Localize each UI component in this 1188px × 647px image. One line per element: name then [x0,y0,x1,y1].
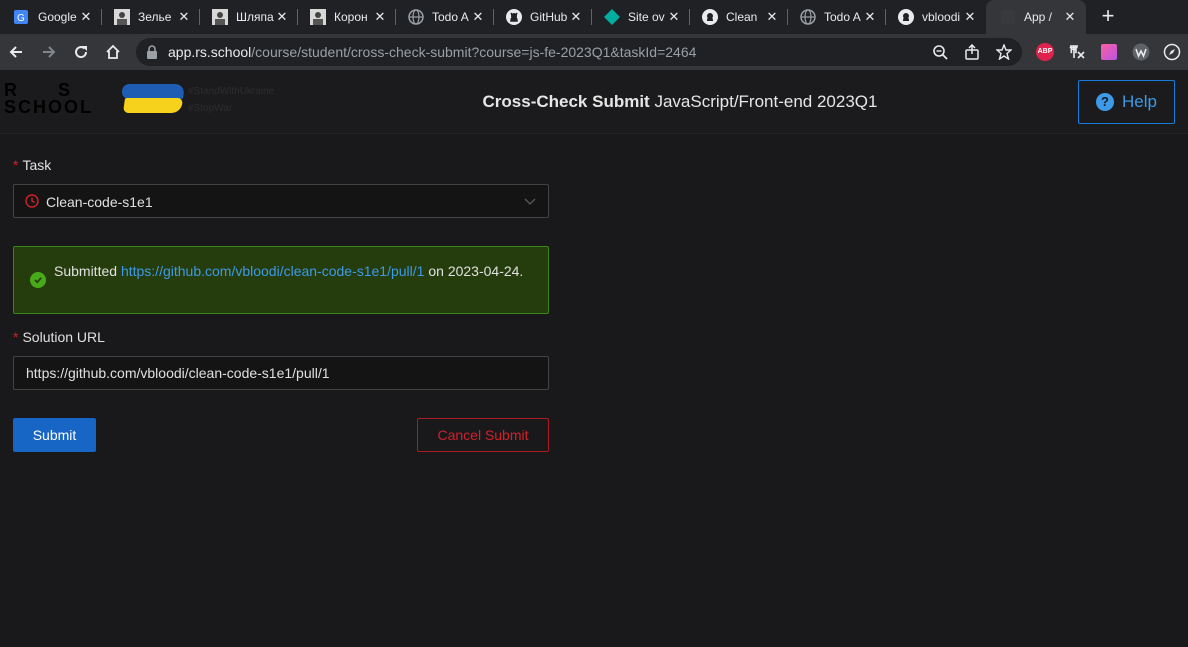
close-icon[interactable]: ✕ [568,9,584,25]
new-tab-button[interactable]: + [1096,5,1120,29]
tab-site-overview[interactable]: Site ov ✕ [590,0,690,34]
forward-button[interactable] [37,40,61,64]
svg-text:G: G [17,13,25,24]
arrow-left-icon [9,46,22,58]
home-icon [106,44,120,59]
github-icon [898,9,914,25]
tab-title: Site ov [628,10,665,24]
task-select-value: Clean-code-s1e1 [46,194,153,210]
url-text: app.rs.school/course/student/cross-check… [168,44,696,60]
page-title-course: JavaScript/Front-end 2023Q1 [654,92,878,111]
reload-icon [75,46,88,59]
tab-potion[interactable]: Зелье ✕ [100,0,200,34]
tab-title: vbloodi [922,10,961,24]
alert-prefix: Submitted [54,263,118,279]
tab-google[interactable]: G Google ✕ [0,0,102,34]
close-icon[interactable]: ✕ [78,9,94,25]
share-icon[interactable] [964,44,980,60]
tab-title: Корон [334,10,368,24]
chevron-down-icon [524,198,536,205]
rs-icon [1000,9,1016,25]
address-bar[interactable]: app.rs.school/course/student/cross-check… [136,38,1022,66]
tab-vbloodi[interactable]: vbloodi ✕ [884,0,986,34]
tab-title: GitHub [530,10,568,24]
close-icon[interactable]: ✕ [1062,9,1078,25]
close-icon[interactable]: ✕ [764,9,780,25]
clock-icon [25,194,39,208]
task-label-text: Task [22,157,52,173]
portrait-icon [212,9,228,25]
globe-icon [800,9,816,25]
tab-title: Шляпа [236,10,274,24]
arrow-right-icon [43,46,56,58]
close-icon[interactable]: ✕ [862,9,878,25]
zoom-icon[interactable] [932,44,948,60]
help-button[interactable]: ? Help [1078,80,1175,124]
back-button[interactable] [4,40,28,64]
close-icon[interactable]: ✕ [274,9,290,25]
tab-title: App / [1024,10,1053,24]
tab-title: Todo A [824,10,861,24]
close-icon[interactable]: ✕ [176,9,192,25]
page-title: Cross-Check Submit JavaScript/Front-end … [0,92,1188,112]
cancel-submit-button[interactable]: Cancel Submit [417,418,549,452]
browser-toolbar: app.rs.school/course/student/cross-check… [0,34,1188,70]
solution-url-input[interactable] [14,357,548,389]
globe-icon [408,9,424,25]
tab-todo-2[interactable]: Todo A ✕ [786,0,886,34]
tab-crown[interactable]: Корон ✕ [296,0,396,34]
solution-url-label-text: Solution URL [22,329,105,345]
translate-ext-icon[interactable]: ꟸ [1068,43,1086,61]
task-label: * Task [13,154,51,176]
compass-icon[interactable] [1163,43,1181,61]
app-header: R S SCHOOL #StandWithUkraine #StopWar Cr… [0,70,1188,134]
portrait-icon [310,9,326,25]
submission-alert: Submitted https://github.com/vbloodi/cle… [13,246,549,314]
tab-title: Зелье [138,10,172,24]
tab-todo-1[interactable]: Todo A ✕ [394,0,494,34]
help-label: Help [1122,92,1157,111]
tab-clean[interactable]: Clean ✕ [688,0,788,34]
github-icon [702,9,718,25]
page-content: R S SCHOOL #StandWithUkraine #StopWar Cr… [0,70,1188,647]
tab-app-active[interactable]: App / ✕ [986,0,1086,34]
solution-url-field [13,356,549,390]
w-ext-icon[interactable] [1132,43,1150,61]
solution-url-label: * Solution URL [13,326,105,348]
alert-suffix: on [428,263,444,279]
pull-request-link[interactable]: https://github.com/vbloodi/clean-code-s1… [121,263,425,279]
required-asterisk: * [13,157,19,173]
submit-button[interactable]: Submit [13,418,96,452]
check-circle-icon [30,272,46,288]
diamond-icon [604,9,620,25]
google-translate-icon: G [14,9,30,25]
url-host: app.rs.school [168,44,252,60]
tab-title: Google [38,10,77,24]
star-icon[interactable] [996,44,1012,60]
question-circle-icon: ? [1096,93,1115,111]
alert-date: 2023-04-24. [447,263,524,279]
portrait-icon [114,9,130,25]
tab-hat[interactable]: Шляпа ✕ [198,0,298,34]
close-icon[interactable]: ✕ [962,9,978,25]
task-select[interactable]: Clean-code-s1e1 [13,184,549,218]
tab-title: Clean [726,10,758,24]
page-title-bold: Cross-Check Submit [482,92,650,111]
close-icon[interactable]: ✕ [372,9,388,25]
tab-title: Todo A [432,10,469,24]
required-asterisk: * [13,329,19,345]
close-icon[interactable]: ✕ [470,9,486,25]
tab-strip: G Google ✕ Зелье ✕ Шляпа ✕ Корон ✕ Todo … [0,0,1188,34]
gradient-ext-icon[interactable] [1100,43,1118,61]
close-icon[interactable]: ✕ [666,9,682,25]
adblock-icon[interactable]: ABP [1036,43,1054,61]
github-icon [506,9,522,25]
lock-icon [147,45,157,59]
tab-github[interactable]: GitHub ✕ [492,0,592,34]
reload-button[interactable] [69,40,93,64]
home-button[interactable] [101,40,125,64]
url-path: /course/student/cross-check-submit?cours… [251,44,697,60]
alert-message: Submitted https://github.com/vbloodi/cle… [54,259,534,284]
